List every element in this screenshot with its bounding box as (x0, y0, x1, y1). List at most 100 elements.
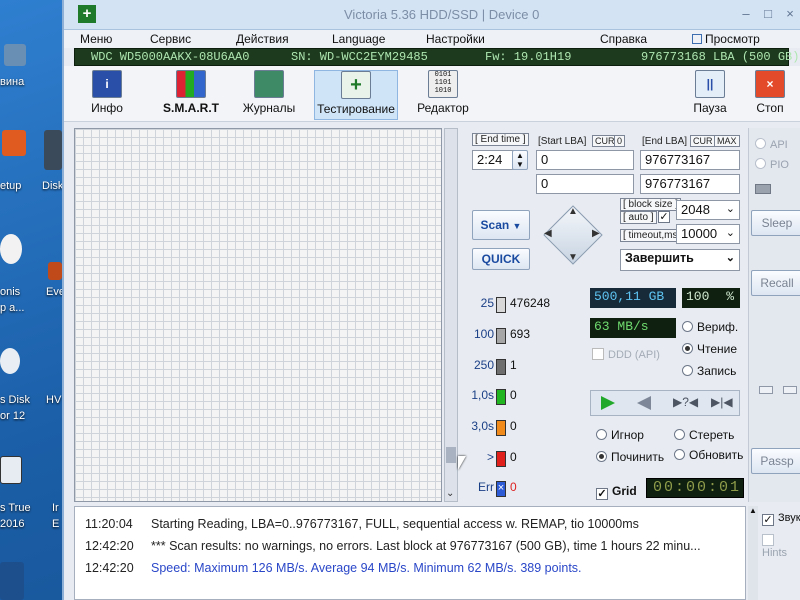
block-size-select[interactable]: 2048 ⌄ (676, 200, 740, 220)
desktop-icon-label: 2016 (0, 518, 25, 530)
start-lba-field[interactable]: 0 (536, 150, 634, 170)
end-lba-field[interactable]: 976773167 (640, 150, 740, 170)
api-radio[interactable]: API (755, 138, 788, 151)
disk-icon[interactable] (44, 130, 62, 170)
testing-button[interactable]: + Тестирование (314, 70, 398, 120)
title-bar[interactable]: + Victoria 5.36 HDD/SSD | Device 0 – □ × (64, 0, 800, 30)
end-time-label: [ End time ] (472, 133, 529, 146)
chevron-down-icon[interactable]: ⌄ (446, 488, 454, 499)
menu-help[interactable]: Справка (600, 32, 647, 46)
right-side-panel: API PIO Sleep Recall Passp (748, 128, 800, 502)
grid-scrollbar[interactable]: ⌄ (444, 128, 458, 502)
start-zero-button[interactable]: 0 (614, 135, 626, 147)
desktop-icon-label: вина (0, 76, 25, 88)
maximize-button[interactable]: □ (758, 6, 778, 22)
recall-button[interactable]: Recall (751, 270, 800, 296)
checkbox-icon (592, 348, 604, 360)
radio-icon (682, 365, 693, 376)
play-icon[interactable] (601, 396, 615, 410)
menu-bar: Меню Сервис Действия Language Настройки … (64, 30, 800, 60)
hints-checkbox[interactable]: Hints (762, 534, 800, 559)
event-log[interactable]: 11:20:04 Starting Reading, LBA=0..976773… (74, 506, 746, 600)
scan-button[interactable]: Scan ▼ (472, 210, 530, 240)
skip-back-icon[interactable]: ▶?◀ (673, 395, 698, 409)
end-lba-field-2[interactable]: 976773167 (640, 174, 740, 194)
small-indicator-1 (759, 386, 773, 394)
grid-checkbox[interactable]: ✓ Grid (596, 484, 637, 500)
arrow-right-icon[interactable]: ▶ (592, 228, 600, 239)
close-button[interactable]: × (780, 6, 800, 22)
truecrypt-icon[interactable] (0, 456, 22, 484)
time-spinner[interactable]: ▲ ▼ (512, 150, 528, 170)
refresh-radio[interactable]: Обновить (674, 448, 743, 462)
arrow-down-icon[interactable]: ▼ (568, 252, 578, 263)
finish-select[interactable]: Завершить ⌄ (620, 249, 740, 271)
buffer-icon (692, 34, 702, 44)
setup-icon[interactable] (2, 130, 26, 156)
hdd-tool-icon[interactable] (0, 348, 20, 374)
small-indicator-2 (783, 386, 797, 394)
device-capacity: 976773168 LBA (500 GB) (641, 50, 800, 64)
transport-bar: ▶?◀ ▶|◀ (590, 390, 740, 416)
desktop-app-icon[interactable] (4, 44, 26, 66)
start-lba-field-2[interactable]: 0 (536, 174, 634, 194)
menu-settings[interactable]: Настройки (426, 32, 485, 46)
smart-button[interactable]: S.M.A.R.T (152, 70, 230, 120)
repair-radio[interactable]: Починить (596, 450, 664, 464)
direction-pad[interactable]: ▲ ▼ ◀ ▶ (542, 204, 604, 266)
info-icon: i (92, 70, 122, 98)
erase-radio[interactable]: Стереть (674, 428, 734, 442)
everest-icon[interactable] (48, 262, 62, 280)
legend-swatch (496, 420, 506, 436)
scroll-thumb[interactable] (446, 447, 456, 463)
menu-service[interactable]: Сервис (150, 32, 191, 46)
desktop-icon-label: E (52, 518, 60, 530)
arrow-up-icon[interactable]: ▲ (568, 206, 578, 217)
acronis-icon[interactable] (0, 234, 22, 264)
pio-radio[interactable]: PIO (755, 158, 789, 171)
write-radio[interactable]: Запись (682, 364, 736, 378)
auto-checkbox[interactable]: ✓ (658, 211, 670, 223)
bytes-done-display: 500,11 GB (590, 288, 676, 308)
checkbox-icon (762, 534, 774, 546)
start-lba-label: [Start LBA] (538, 136, 587, 147)
pause-button[interactable]: || Пауза (684, 70, 736, 120)
legend-swatch (496, 389, 506, 405)
timeout-select[interactable]: 10000 ⌄ (676, 224, 740, 244)
end-cur-button[interactable]: CUR (690, 135, 716, 147)
chevron-up-icon[interactable]: ▲ (749, 506, 757, 515)
power-indicator (755, 184, 771, 194)
read-radio[interactable]: Чтение (682, 342, 737, 356)
legend-swatch (496, 359, 506, 375)
verify-radio[interactable]: Вериф. (682, 320, 738, 334)
chevron-down-icon: ⌄ (725, 227, 735, 239)
scan-map-grid[interactable] (74, 128, 442, 502)
menu-actions[interactable]: Действия (236, 32, 289, 46)
ignore-radio[interactable]: Игнор (596, 428, 644, 442)
binary-editor-icon: 0101 1101 1010 (428, 70, 458, 98)
ddd-api-checkbox[interactable]: DDD (API) (592, 348, 660, 361)
logs-button[interactable]: Журналы (230, 70, 308, 120)
desktop-icon-label: HV (46, 394, 62, 406)
stop-button[interactable]: × Стоп (742, 70, 798, 120)
info-button[interactable]: i Инфо (68, 70, 146, 120)
auto-label: [ auto ] (620, 211, 657, 224)
radio-icon (596, 451, 607, 462)
passp-button[interactable]: Passp (751, 448, 800, 474)
menu-language[interactable]: Language (332, 32, 385, 46)
end-max-button[interactable]: MAX (714, 135, 740, 147)
rewind-icon[interactable] (637, 396, 651, 410)
editor-button[interactable]: 0101 1101 1010 Редактор (404, 70, 482, 120)
quick-button[interactable]: QUICK (472, 248, 530, 270)
arrow-left-icon[interactable]: ◀ (544, 228, 552, 239)
desktop-icon-label: Disk (42, 180, 64, 192)
radio-icon (596, 429, 607, 440)
minimize-button[interactable]: – (736, 6, 756, 22)
desktop-icon-label: or 12 (0, 410, 26, 422)
log-scrollbar[interactable]: ▲ (748, 506, 758, 600)
radio-icon (674, 429, 685, 440)
sleep-button[interactable]: Sleep (751, 210, 800, 236)
skip-end-icon[interactable]: ▶|◀ (711, 395, 733, 409)
menu-main[interactable]: Меню (80, 32, 112, 46)
sound-checkbox[interactable]: ✓ Звук (762, 512, 800, 526)
